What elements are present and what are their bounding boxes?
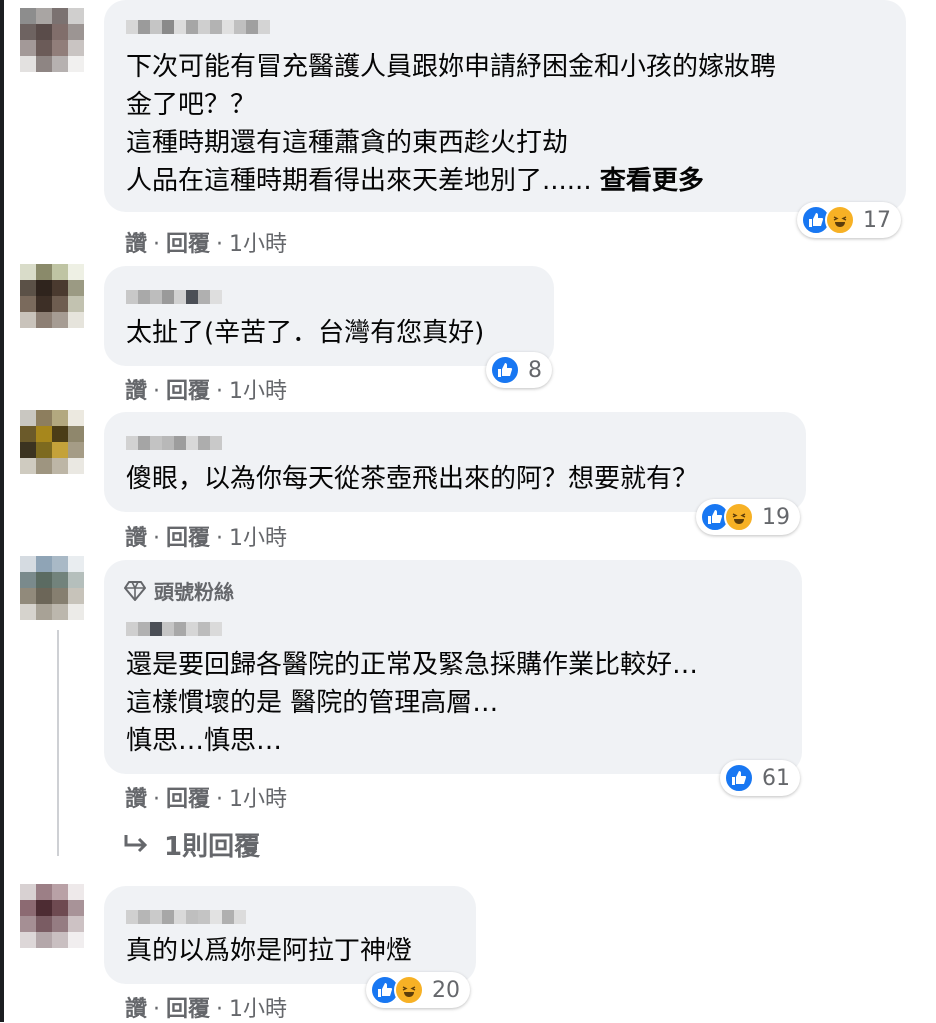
left-edge-bar xyxy=(0,0,4,1022)
reaction-summary[interactable]: 8 xyxy=(486,352,552,388)
author-name-blurred[interactable] xyxy=(126,20,270,34)
thread-line xyxy=(57,630,59,856)
comment-line: 人品在這種時期看得出來天差地別了...... 查看更多 xyxy=(126,162,704,200)
laughing-face-icon xyxy=(825,205,855,235)
reaction-summary[interactable]: 61 xyxy=(720,760,800,796)
avatar[interactable] xyxy=(20,410,84,474)
author-name-blurred[interactable] xyxy=(126,622,222,636)
reply-button[interactable]: 回覆 xyxy=(166,379,210,404)
comment-actions: 讚 · 回覆 · 1小時 xyxy=(125,520,287,552)
reply-button[interactable]: 回覆 xyxy=(166,997,210,1022)
comment-actions: 讚 · 回覆 · 1小時 xyxy=(125,226,287,258)
separator: · xyxy=(216,526,224,551)
like-button[interactable]: 讚 xyxy=(125,787,147,812)
avatar[interactable] xyxy=(20,884,84,948)
like-button[interactable]: 讚 xyxy=(125,232,147,257)
laughing-face-icon xyxy=(394,975,424,1005)
like-button[interactable]: 讚 xyxy=(125,379,147,404)
comment-line: 慎思…慎思… xyxy=(126,726,283,756)
author-name-blurred[interactable] xyxy=(126,290,222,304)
separator: · xyxy=(153,526,161,551)
view-replies-link[interactable]: 1則回覆 xyxy=(122,826,260,863)
diamond-icon xyxy=(124,580,146,601)
replies-count-label: 1則回覆 xyxy=(164,832,261,862)
comment-line: 金了吧？？ xyxy=(126,90,257,120)
reaction-count: 19 xyxy=(762,504,790,530)
top-fan-badge: 頭號粉絲 xyxy=(124,576,234,605)
comment-bubble: 頭號粉絲 還是要回歸各醫院的正常及緊急採購作業比較好… 這樣慣壞的是 醫院的管理… xyxy=(104,560,802,774)
comment-bubble: 真的以爲妳是阿拉丁神燈 xyxy=(104,886,476,984)
avatar[interactable] xyxy=(20,556,84,620)
reaction-summary[interactable]: 19 xyxy=(696,499,800,535)
separator: · xyxy=(216,997,224,1022)
reaction-summary[interactable]: 17 xyxy=(797,202,901,238)
comment-actions: 讚 · 回覆 · 1小時 xyxy=(125,781,287,813)
like-button[interactable]: 讚 xyxy=(125,526,147,551)
thumbs-up-icon xyxy=(724,763,754,793)
timestamp[interactable]: 1小時 xyxy=(229,997,287,1022)
like-button[interactable]: 讚 xyxy=(125,997,147,1022)
timestamp[interactable]: 1小時 xyxy=(229,379,287,404)
separator: · xyxy=(153,997,161,1022)
reply-button[interactable]: 回覆 xyxy=(166,232,210,257)
thumbs-up-icon xyxy=(490,355,520,385)
comment-line-text: 人品在這種時期看得出來天差地別了...... xyxy=(126,166,592,196)
comment-line: 這種時期還有這種蕭貪的東西趁火打劫 xyxy=(126,128,569,158)
reaction-count: 61 xyxy=(762,765,790,791)
timestamp[interactable]: 1小時 xyxy=(229,787,287,812)
badge-label: 頭號粉絲 xyxy=(154,580,234,604)
comment-actions: 讚 · 回覆 · 1小時 xyxy=(125,991,287,1023)
comment-line: 太扯了(辛苦了．台灣有您真好) xyxy=(126,318,485,348)
reaction-count: 17 xyxy=(863,207,891,233)
timestamp[interactable]: 1小時 xyxy=(229,526,287,551)
comment-line: 傻眼，以為你每天從茶壺飛出來的阿？想要就有？ xyxy=(126,464,699,494)
avatar[interactable] xyxy=(20,264,84,328)
separator: · xyxy=(216,787,224,812)
reaction-count: 8 xyxy=(528,357,542,383)
see-more-link[interactable]: 查看更多 xyxy=(600,166,704,196)
reply-button[interactable]: 回覆 xyxy=(166,526,210,551)
comment-line: 下次可能有冒充醫護人員跟妳申請紓困金和小孩的嫁妝聘 xyxy=(126,52,777,82)
laughing-face-icon xyxy=(724,502,754,532)
separator: · xyxy=(153,232,161,257)
comment-actions: 讚 · 回覆 · 1小時 xyxy=(125,373,287,405)
separator: · xyxy=(216,379,224,404)
author-name-blurred[interactable] xyxy=(126,910,246,924)
separator: · xyxy=(153,787,161,812)
separator: · xyxy=(153,379,161,404)
comment-bubble: 傻眼，以為你每天從茶壺飛出來的阿？想要就有？ xyxy=(104,412,806,512)
reply-arrow-icon xyxy=(124,834,148,852)
comment-line: 這樣慣壞的是 醫院的管理高層… xyxy=(126,688,499,718)
reply-button[interactable]: 回覆 xyxy=(166,787,210,812)
reaction-summary[interactable]: 20 xyxy=(366,972,470,1008)
timestamp[interactable]: 1小時 xyxy=(229,232,287,257)
author-name-blurred[interactable] xyxy=(126,436,222,450)
separator: · xyxy=(216,232,224,257)
comment-bubble: 太扯了(辛苦了．台灣有您真好) xyxy=(104,266,554,366)
comment-bubble: 下次可能有冒充醫護人員跟妳申請紓困金和小孩的嫁妝聘 金了吧？？ 這種時期還有這種… xyxy=(104,0,906,212)
reaction-count: 20 xyxy=(432,977,460,1003)
comment-line: 真的以爲妳是阿拉丁神燈 xyxy=(126,936,413,966)
avatar[interactable] xyxy=(20,8,84,72)
comment-line: 還是要回歸各醫院的正常及緊急採購作業比較好… xyxy=(126,650,699,680)
